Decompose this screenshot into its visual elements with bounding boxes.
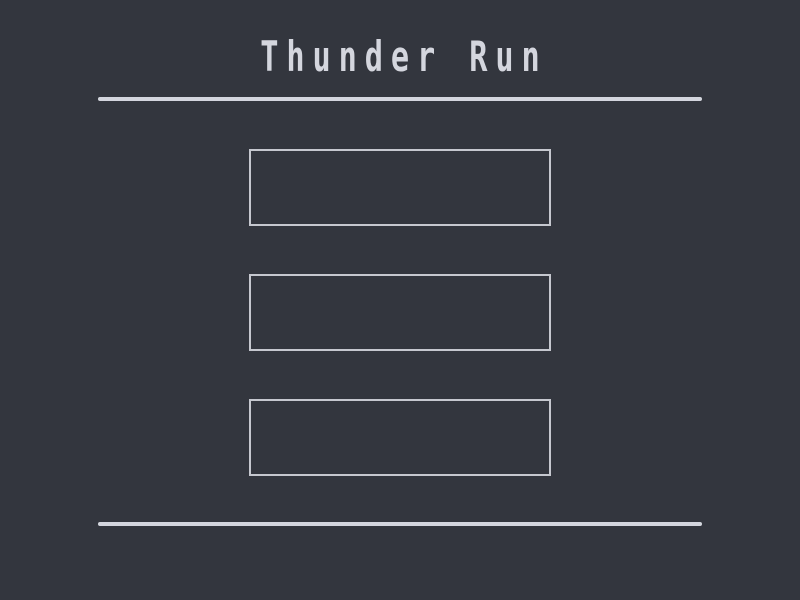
game-title: Thunder Run bbox=[260, 32, 548, 81]
menu-button-2[interactable] bbox=[249, 274, 551, 351]
bottom-divider bbox=[98, 522, 702, 526]
top-divider bbox=[98, 97, 702, 101]
menu-button-3[interactable] bbox=[249, 399, 551, 476]
title-screen: Thunder Run bbox=[0, 0, 800, 600]
menu-button-1[interactable] bbox=[249, 149, 551, 226]
